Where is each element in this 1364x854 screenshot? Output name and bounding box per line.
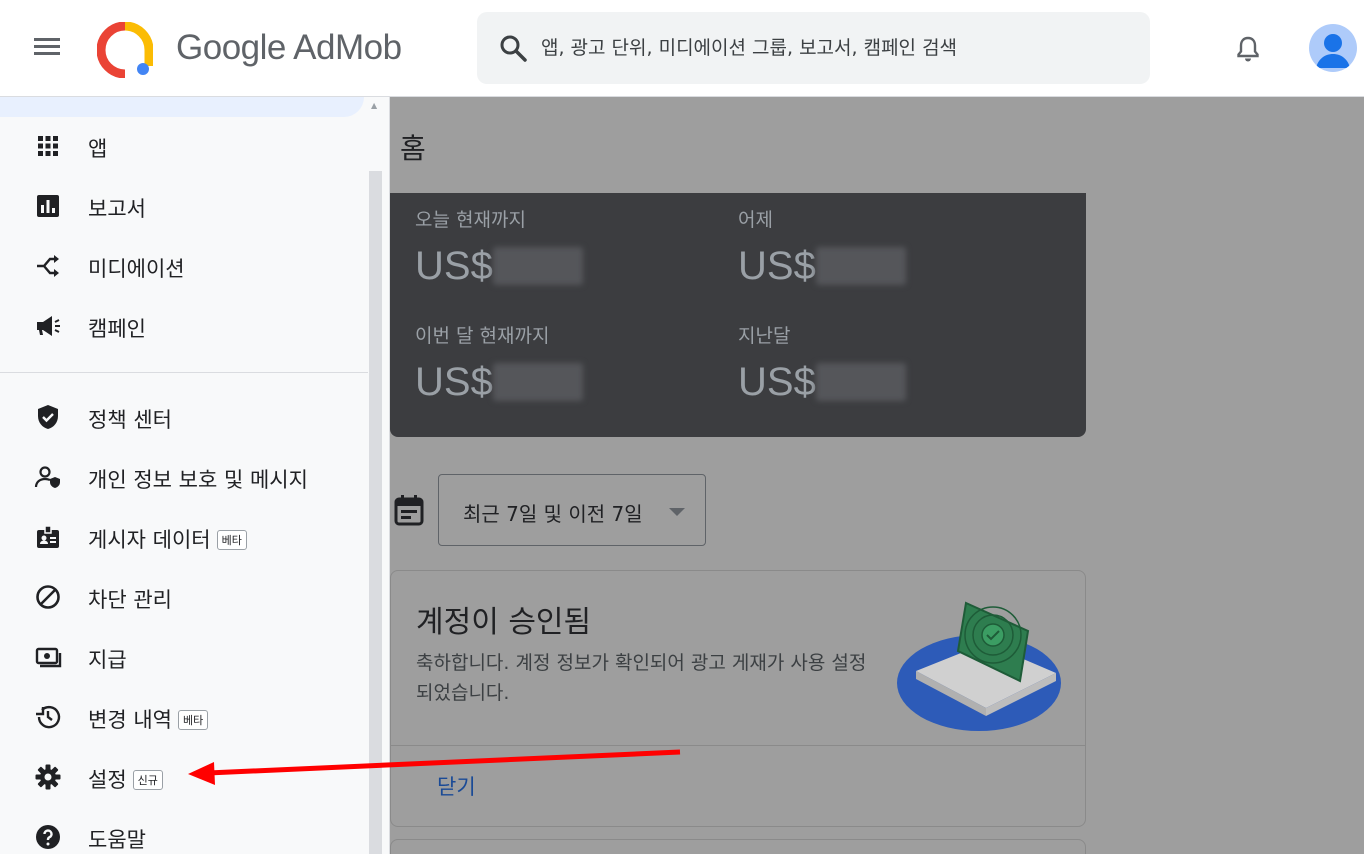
new-badge: 신규 bbox=[132, 770, 163, 790]
sidebar-item-label: 설정 신규 bbox=[88, 764, 163, 794]
sidebar-item-publisher-data[interactable]: 게시자 데이터 베타 bbox=[0, 511, 368, 563]
metric-label: 어제 bbox=[738, 209, 773, 231]
earnings-summary-card: 오늘 현재까지 US$ 어제 US$ 이번 달 현재까지 US$ 지난달 US$ bbox=[390, 193, 1086, 437]
redacted-amount bbox=[492, 247, 583, 285]
sidebar-item-label: 변경 내역 베타 bbox=[88, 704, 209, 734]
sidebar-item-label: 앱 bbox=[88, 137, 108, 161]
active-nav-highlight bbox=[0, 97, 364, 117]
sidebar-item-help[interactable]: 도움말 bbox=[0, 811, 368, 854]
sidebar-item-label: 지급 bbox=[88, 648, 127, 672]
date-range-value: 최근 7일 및 이전 7일 bbox=[463, 502, 643, 526]
metric-label: 이번 달 현재까지 bbox=[415, 325, 550, 347]
laptop-approval-illustration bbox=[897, 601, 1061, 731]
top-app-bar: Google AdMob bbox=[0, 0, 1364, 97]
metric-value: US$ bbox=[415, 244, 583, 289]
sidebar-item-mediation[interactable]: 미디에이션 bbox=[0, 240, 368, 292]
navigation-drawer: ▲ 앱 보고서 미디에이션 캠페인 정책 센터 개인 정보 보호 및 메시지 게… bbox=[0, 97, 390, 854]
main-content-scrim[interactable]: 홈 오늘 현재까지 US$ 어제 US$ 이번 달 현재까지 US$ 지난달 U… bbox=[390, 97, 1364, 854]
help-icon bbox=[36, 825, 60, 849]
gear-icon bbox=[35, 764, 61, 790]
sidebar-item-change-history[interactable]: 변경 내역 베타 bbox=[0, 691, 368, 743]
mediation-icon bbox=[37, 255, 59, 277]
sidebar-item-blocking-controls[interactable]: 차단 관리 bbox=[0, 571, 368, 623]
earnings-this-month: 이번 달 현재까지 US$ bbox=[415, 321, 583, 405]
metric-label: 오늘 현재까지 bbox=[415, 209, 526, 231]
search-input[interactable] bbox=[541, 30, 1131, 66]
sidebar-item-reports[interactable]: 보고서 bbox=[0, 180, 368, 232]
next-card bbox=[390, 839, 1086, 854]
card-divider bbox=[391, 745, 1085, 746]
notifications-bell-icon[interactable] bbox=[1232, 33, 1264, 65]
card-body: 축하합니다. 계정 정보가 확인되어 광고 게재가 사용 설정되었습니다. bbox=[416, 652, 867, 704]
sidebar-scrollbar[interactable] bbox=[369, 171, 382, 854]
account-avatar[interactable] bbox=[1309, 24, 1357, 72]
search-bar[interactable] bbox=[477, 12, 1150, 84]
redacted-amount bbox=[492, 363, 583, 401]
metric-label: 지난달 bbox=[738, 325, 791, 347]
person-icon bbox=[1316, 34, 1350, 68]
redacted-amount bbox=[815, 247, 906, 285]
metric-value: US$ bbox=[738, 244, 906, 289]
date-range-dropdown[interactable]: 최근 7일 및 이전 7일 bbox=[438, 474, 706, 546]
sidebar-item-label: 정책 센터 bbox=[88, 408, 172, 432]
card-title: 계정이 승인됨 bbox=[416, 605, 592, 640]
redacted-amount bbox=[815, 363, 906, 401]
sidebar-item-settings[interactable]: 설정 신규 bbox=[0, 751, 368, 803]
privacy-person-icon bbox=[34, 466, 60, 488]
brand-name: Google AdMob bbox=[176, 28, 402, 67]
close-card-button[interactable]: 닫기 bbox=[437, 771, 476, 801]
admob-logo-icon bbox=[97, 22, 153, 78]
sidebar-item-label: 도움말 bbox=[88, 828, 146, 852]
search-icon bbox=[500, 35, 527, 62]
history-icon bbox=[36, 705, 61, 729]
page-title: 홈 bbox=[400, 132, 426, 165]
earnings-today: 오늘 현재까지 US$ bbox=[415, 205, 583, 289]
beta-badge: 베타 bbox=[216, 530, 247, 550]
earnings-last-month: 지난달 US$ bbox=[738, 321, 906, 405]
id-badge-icon bbox=[37, 525, 59, 548]
sidebar-item-label: 게시자 데이터 베타 bbox=[88, 524, 247, 554]
metric-value: US$ bbox=[415, 360, 583, 405]
sidebar-item-apps[interactable]: 앱 bbox=[0, 120, 368, 172]
beta-badge: 베타 bbox=[177, 710, 209, 730]
menu-icon[interactable] bbox=[30, 34, 66, 64]
scroll-up-arrow-icon[interactable]: ▲ bbox=[371, 101, 377, 110]
megaphone-icon bbox=[37, 316, 60, 336]
sidebar-item-policy-center[interactable]: 정책 센터 bbox=[0, 391, 368, 443]
calendar-icon bbox=[394, 495, 424, 526]
block-icon bbox=[36, 585, 60, 609]
sidebar-item-label: 차단 관리 bbox=[88, 588, 172, 612]
apps-grid-icon bbox=[38, 136, 58, 156]
earnings-yesterday: 어제 US$ bbox=[738, 205, 906, 289]
chevron-down-icon bbox=[669, 508, 685, 516]
metric-value: US$ bbox=[738, 360, 906, 405]
bar-chart-icon bbox=[37, 195, 59, 217]
sidebar-item-label: 개인 정보 보호 및 메시지 bbox=[88, 468, 308, 492]
sidebar-item-label: 미디에이션 bbox=[88, 257, 185, 281]
sidebar-item-label: 캠페인 bbox=[88, 317, 146, 341]
payments-icon bbox=[35, 647, 62, 668]
sidebar-item-label: 보고서 bbox=[88, 197, 146, 221]
shield-check-icon bbox=[38, 405, 58, 429]
sidebar-item-payments[interactable]: 지급 bbox=[0, 631, 368, 683]
account-approved-card: 계정이 승인됨 축하합니다. 계정 정보가 확인되어 광고 게재가 사용 설정되… bbox=[390, 570, 1086, 827]
sidebar-divider bbox=[0, 372, 368, 373]
sidebar-item-privacy-messaging[interactable]: 개인 정보 보호 및 메시지 bbox=[0, 451, 368, 503]
sidebar-item-campaigns[interactable]: 캠페인 bbox=[0, 300, 368, 352]
